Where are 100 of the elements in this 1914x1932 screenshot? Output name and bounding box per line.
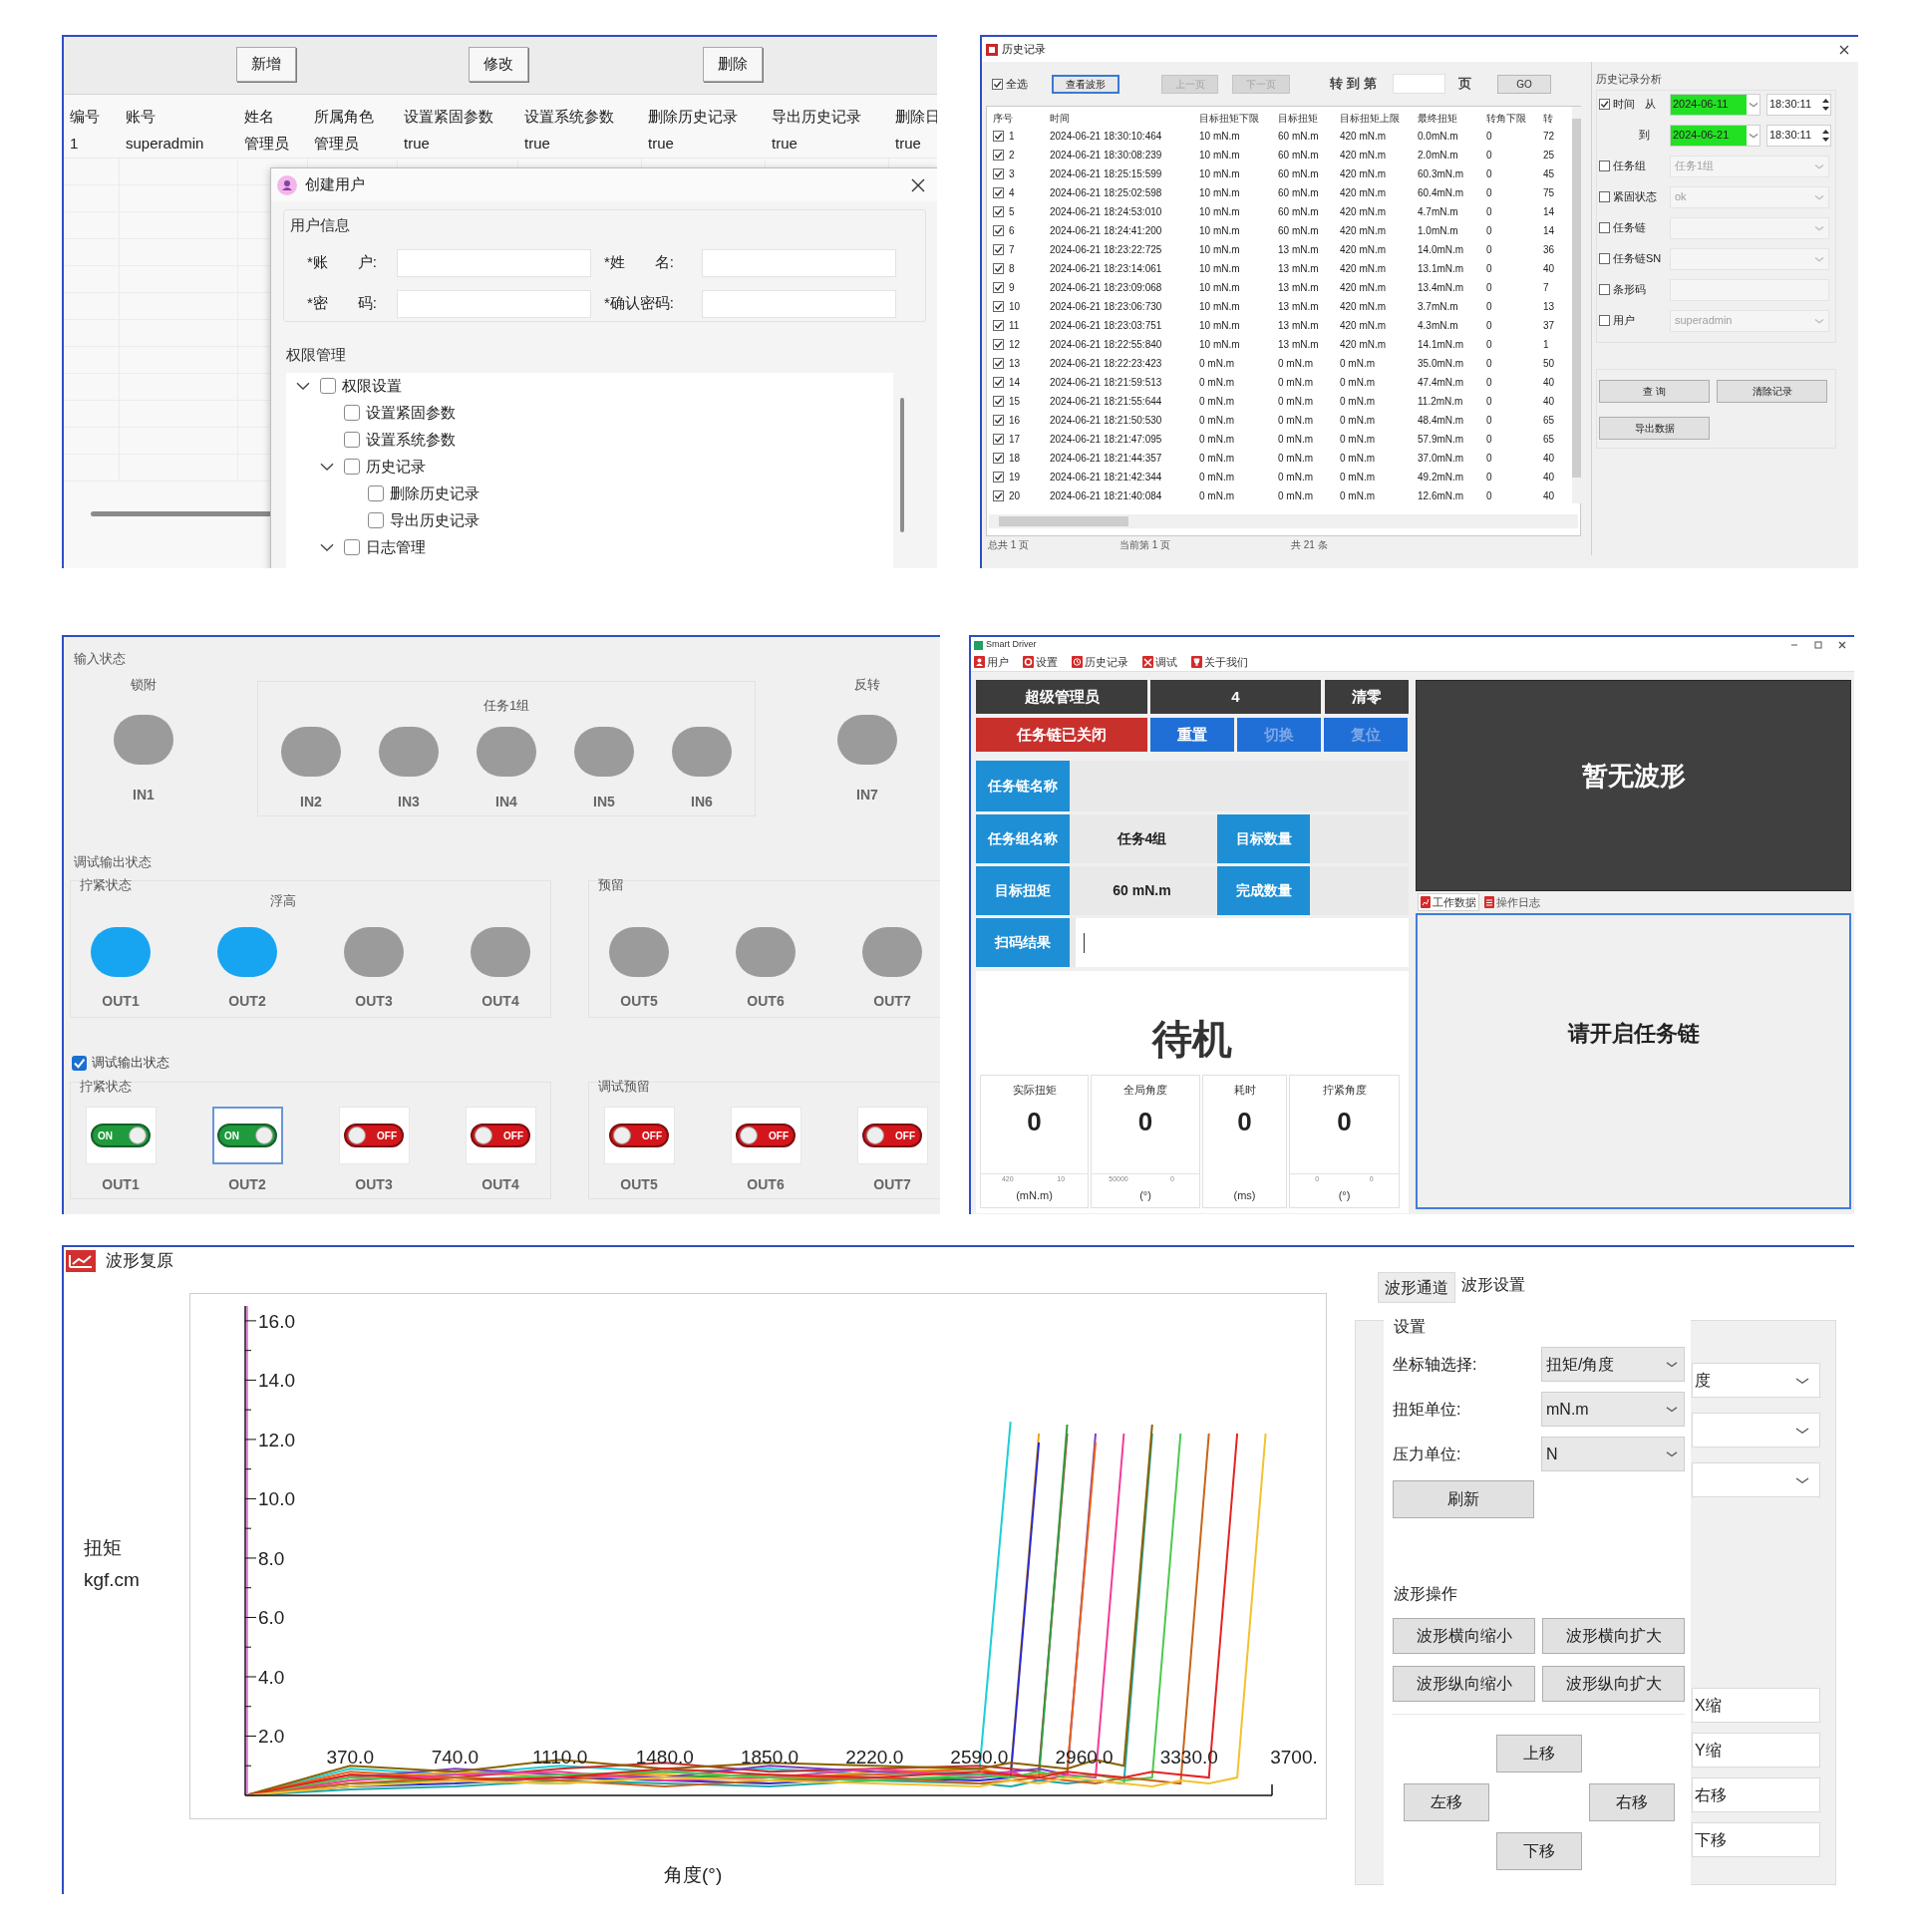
meter-value: 0 bbox=[1337, 1108, 1352, 1134]
group-title: 波形操作 bbox=[1394, 1584, 1458, 1604]
table-cell-text: 0 bbox=[1485, 205, 1493, 219]
field-label: 任务链名称 bbox=[976, 761, 1070, 811]
row-number: 6 bbox=[1009, 224, 1015, 238]
table-cell-text: 10 mN.m bbox=[1198, 243, 1241, 257]
row-number: 8 bbox=[1009, 262, 1015, 276]
row-number: 3 bbox=[1009, 167, 1015, 181]
table-cell-text: 管理员 bbox=[313, 134, 360, 155]
table-cell-text: 13 mN.m bbox=[1277, 338, 1320, 352]
table-cell-text: 13 bbox=[1542, 300, 1556, 314]
checkbox-label: 任务链SN bbox=[1613, 251, 1662, 267]
table-cell-text: 420 mN.m bbox=[1339, 319, 1388, 333]
meter-value: 0 bbox=[1137, 1108, 1153, 1134]
caption-label: 浮高 bbox=[270, 893, 297, 909]
table-cell-text: 2024-06-21 18:22:23:423 bbox=[1049, 357, 1163, 371]
field-label: *确认密码: bbox=[604, 293, 675, 314]
goto-label: 转到第 bbox=[1330, 75, 1381, 94]
table-cell-text: 10 mN.m bbox=[1198, 149, 1241, 162]
table-cell-text: 0 mN.m bbox=[1339, 452, 1376, 466]
field-label: 完成数量 bbox=[1217, 866, 1310, 915]
meter-title: 拧紧角度 bbox=[1322, 1083, 1367, 1098]
table-cell-text: 10 mN.m bbox=[1198, 130, 1241, 144]
table-cell-text: 60 mN.m bbox=[1277, 205, 1320, 219]
table-cell-text: 10 mN.m bbox=[1198, 300, 1241, 314]
table-cell-text: 14 bbox=[1542, 224, 1556, 238]
table-cell-text: 49.2mN.m bbox=[1417, 471, 1465, 484]
status-text: 当前第 1 页 bbox=[1119, 538, 1172, 552]
table-cell-text: 10 mN.m bbox=[1198, 319, 1241, 333]
group-title: 任务1组 bbox=[482, 698, 530, 714]
table-cell-text: 0 mN.m bbox=[1277, 433, 1314, 447]
table-cell-text: 0 bbox=[1485, 338, 1493, 352]
table-cell-text: 420 mN.m bbox=[1339, 300, 1388, 314]
checkbox-label: 时间 bbox=[1613, 97, 1636, 113]
table-cell-text: 2024-06-21 18:30:10:464 bbox=[1049, 130, 1163, 144]
table-cell-text: 2024-06-21 18:24:41:200 bbox=[1049, 224, 1163, 238]
group-title: 拧紧状态 bbox=[80, 1079, 133, 1095]
tick-label: 740.0 bbox=[431, 1747, 479, 1769]
field-label: 目标数量 bbox=[1217, 814, 1310, 863]
tick-label: 1850.0 bbox=[740, 1747, 799, 1769]
table-cell-text: 14.1mN.m bbox=[1417, 338, 1465, 352]
table-cell-text: 11.2mN.m bbox=[1417, 395, 1464, 409]
lamp-label: OUT2 bbox=[228, 992, 266, 1011]
table-cell-text: 40 bbox=[1542, 489, 1556, 503]
table-cell-text: 13 mN.m bbox=[1277, 281, 1320, 295]
table-cell-text: 65 bbox=[1542, 414, 1556, 428]
column-header: 姓名 bbox=[243, 106, 275, 127]
table-cell-text: 40 bbox=[1542, 395, 1556, 409]
table-cell-text: 3.7mN.m bbox=[1417, 300, 1459, 314]
column-header: 账号 bbox=[125, 106, 157, 127]
lamp-label: IN2 bbox=[300, 793, 322, 811]
unit-label: (ms) bbox=[1233, 1187, 1256, 1203]
lamp-label: IN3 bbox=[398, 793, 420, 811]
table-cell-text: 40 bbox=[1542, 262, 1556, 276]
table-cell-text: 2024-06-21 18:21:42:344 bbox=[1049, 471, 1163, 484]
table-cell-text: 0 bbox=[1485, 130, 1493, 144]
checkbox-label: 调试输出状态 bbox=[92, 1054, 169, 1073]
checkbox-label: 用户 bbox=[1613, 313, 1635, 329]
table-cell-text: 2024-06-21 18:23:09:068 bbox=[1049, 281, 1163, 295]
table-cell-text: 7 bbox=[1542, 281, 1550, 295]
lamp-label: OUT5 bbox=[620, 992, 658, 1011]
table-cell-text: 60.3mN.m bbox=[1417, 167, 1465, 181]
counter-cell: 4 bbox=[1150, 680, 1321, 714]
table-cell-text: 420 mN.m bbox=[1339, 205, 1388, 219]
table-cell-text: 0 bbox=[1485, 300, 1493, 314]
row-number: 10 bbox=[1009, 300, 1021, 314]
page-label: 页 bbox=[1458, 75, 1471, 94]
lamp-label: OUT1 bbox=[102, 992, 140, 1011]
status-text: 总共 1 页 bbox=[988, 538, 1031, 552]
column-header: 导出历史记录 bbox=[771, 106, 862, 127]
table-cell-text: superadmin bbox=[125, 134, 205, 155]
table-cell-text: 13.4mN.m bbox=[1417, 281, 1465, 295]
checkbox-label: 任务组 bbox=[1613, 159, 1646, 174]
tick-label: 8.0 bbox=[258, 1547, 285, 1569]
lamp-label: IN7 bbox=[856, 786, 878, 805]
table-cell-text: 2024-06-21 18:22:55:840 bbox=[1049, 338, 1163, 352]
field-value: 任务4组 bbox=[1116, 829, 1168, 848]
column-header: 删除日 bbox=[894, 106, 937, 127]
table-cell-text: 0 mN.m bbox=[1277, 471, 1314, 484]
meter-value: 0 bbox=[1237, 1108, 1252, 1134]
unit-label: (mN.m) bbox=[1016, 1187, 1053, 1203]
table-cell-text: 0 bbox=[1485, 224, 1493, 238]
section-title: 输入状态 bbox=[74, 650, 127, 667]
table-cell-text: 0 bbox=[1485, 149, 1493, 162]
table-cell-text: 0 mN.m bbox=[1198, 452, 1235, 466]
table-cell-text: 0 bbox=[1485, 452, 1493, 466]
field-label: *姓 名: bbox=[604, 252, 675, 273]
window-title: 波形复原 bbox=[106, 1250, 173, 1273]
group-title: 调试预留 bbox=[598, 1079, 651, 1095]
row-number: 12 bbox=[1009, 338, 1021, 352]
switch-label: OUT7 bbox=[873, 1175, 911, 1194]
table-cell-text: true bbox=[771, 134, 798, 155]
table-cell-text: 1 bbox=[1542, 338, 1550, 352]
table-cell-text: 2024-06-21 18:21:40:084 bbox=[1049, 489, 1163, 503]
table-cell-text: 12.6mN.m bbox=[1417, 489, 1465, 503]
y-axis-title: 扭矩 kgf.cm bbox=[84, 1536, 141, 1592]
group-title: 设置 bbox=[1394, 1317, 1427, 1337]
table-cell-text: 14.0mN.m bbox=[1417, 243, 1465, 257]
checkbox-label: 任务链 bbox=[1613, 220, 1646, 236]
table-cell-text: 10 mN.m bbox=[1198, 338, 1241, 352]
